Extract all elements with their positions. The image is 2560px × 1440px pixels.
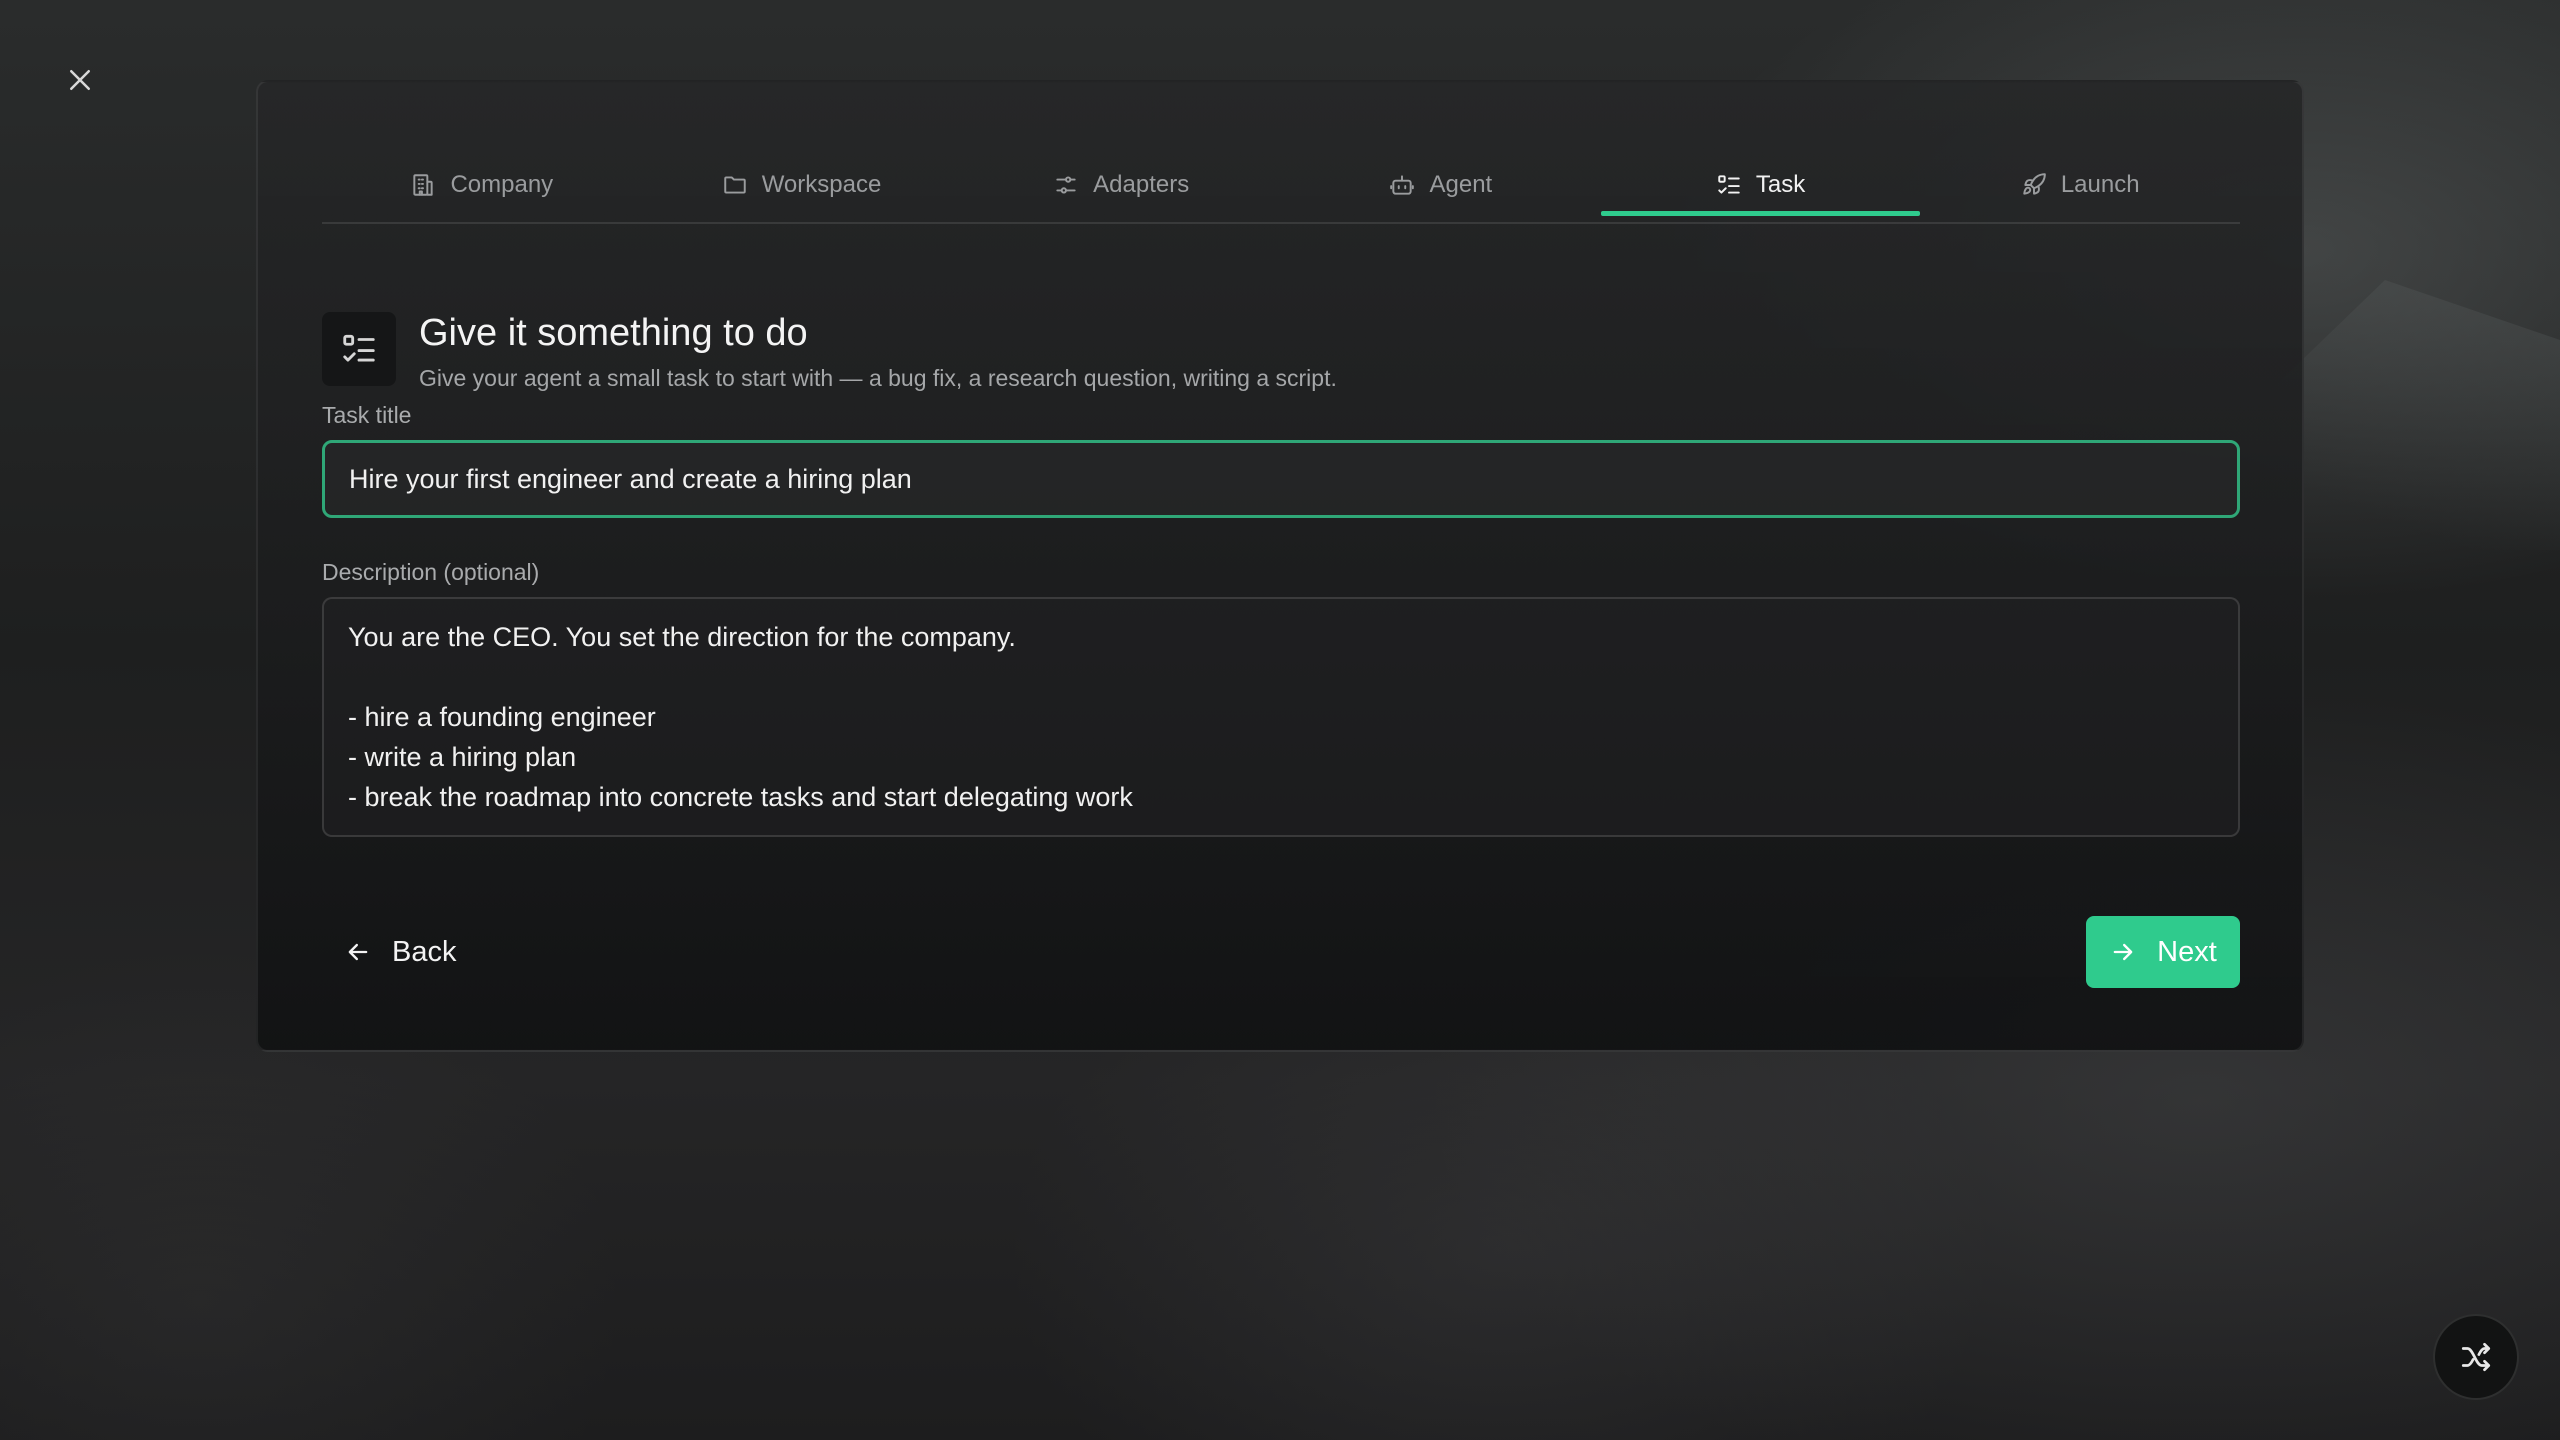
description-line: You are the CEO. You set the direction f… xyxy=(348,622,1016,652)
shuffle-background-button[interactable] xyxy=(2433,1314,2519,1400)
back-button[interactable]: Back xyxy=(322,916,478,988)
rocket-icon xyxy=(2023,173,2046,195)
arrow-right-icon xyxy=(2113,943,2133,961)
list-checks-icon xyxy=(343,334,375,362)
step-tabs: Company Workspace Adapters Agent Task La… xyxy=(322,146,2240,224)
shuffle-icon xyxy=(2461,1342,2491,1372)
tab-task[interactable]: Task xyxy=(1600,146,1921,224)
tab-label: Launch xyxy=(2060,171,2140,198)
description-line: - break the roadmap into concrete tasks … xyxy=(348,782,1133,812)
arrow-left-icon xyxy=(348,943,368,961)
folder-icon xyxy=(723,176,746,194)
description-line xyxy=(348,657,2214,697)
page-subtitle: Give your agent a small task to start wi… xyxy=(419,365,1337,391)
tab-agent[interactable]: Agent xyxy=(1281,146,1601,224)
tab-label: Company xyxy=(450,171,554,198)
tab-company[interactable]: Company xyxy=(322,146,642,224)
tab-adapters[interactable]: Adapters xyxy=(961,146,1281,224)
description-label: Description (optional) xyxy=(322,559,540,585)
onboarding-card: Company Workspace Adapters Agent Task La… xyxy=(256,80,2304,1052)
task-title-input[interactable] xyxy=(322,440,2240,518)
tab-label: Task xyxy=(1755,171,1806,198)
description-textarea[interactable]: You are the CEO. You set the direction f… xyxy=(322,597,2240,837)
description-line: - hire a founding engineer xyxy=(348,702,656,732)
tab-workspace[interactable]: Workspace xyxy=(642,146,962,224)
description-line: - write a hiring plan xyxy=(348,742,577,772)
building-icon xyxy=(413,174,434,196)
header-icon-box xyxy=(322,312,396,386)
page-title: Give it something to do xyxy=(419,312,808,354)
list-checks-icon xyxy=(1718,175,1740,194)
close-icon xyxy=(70,70,90,90)
bot-icon xyxy=(1390,175,1415,195)
tab-label: Agent xyxy=(1429,171,1493,198)
task-title-label: Task title xyxy=(322,402,412,428)
next-button[interactable]: Next xyxy=(2086,916,2240,988)
back-label: Back xyxy=(392,935,457,968)
close-button[interactable] xyxy=(58,58,102,102)
tab-label: Adapters xyxy=(1093,171,1190,198)
sliders-icon xyxy=(1056,176,1076,194)
tab-label: Workspace xyxy=(761,171,882,198)
tab-launch[interactable]: Launch xyxy=(1920,146,2240,224)
next-label: Next xyxy=(2157,935,2217,968)
